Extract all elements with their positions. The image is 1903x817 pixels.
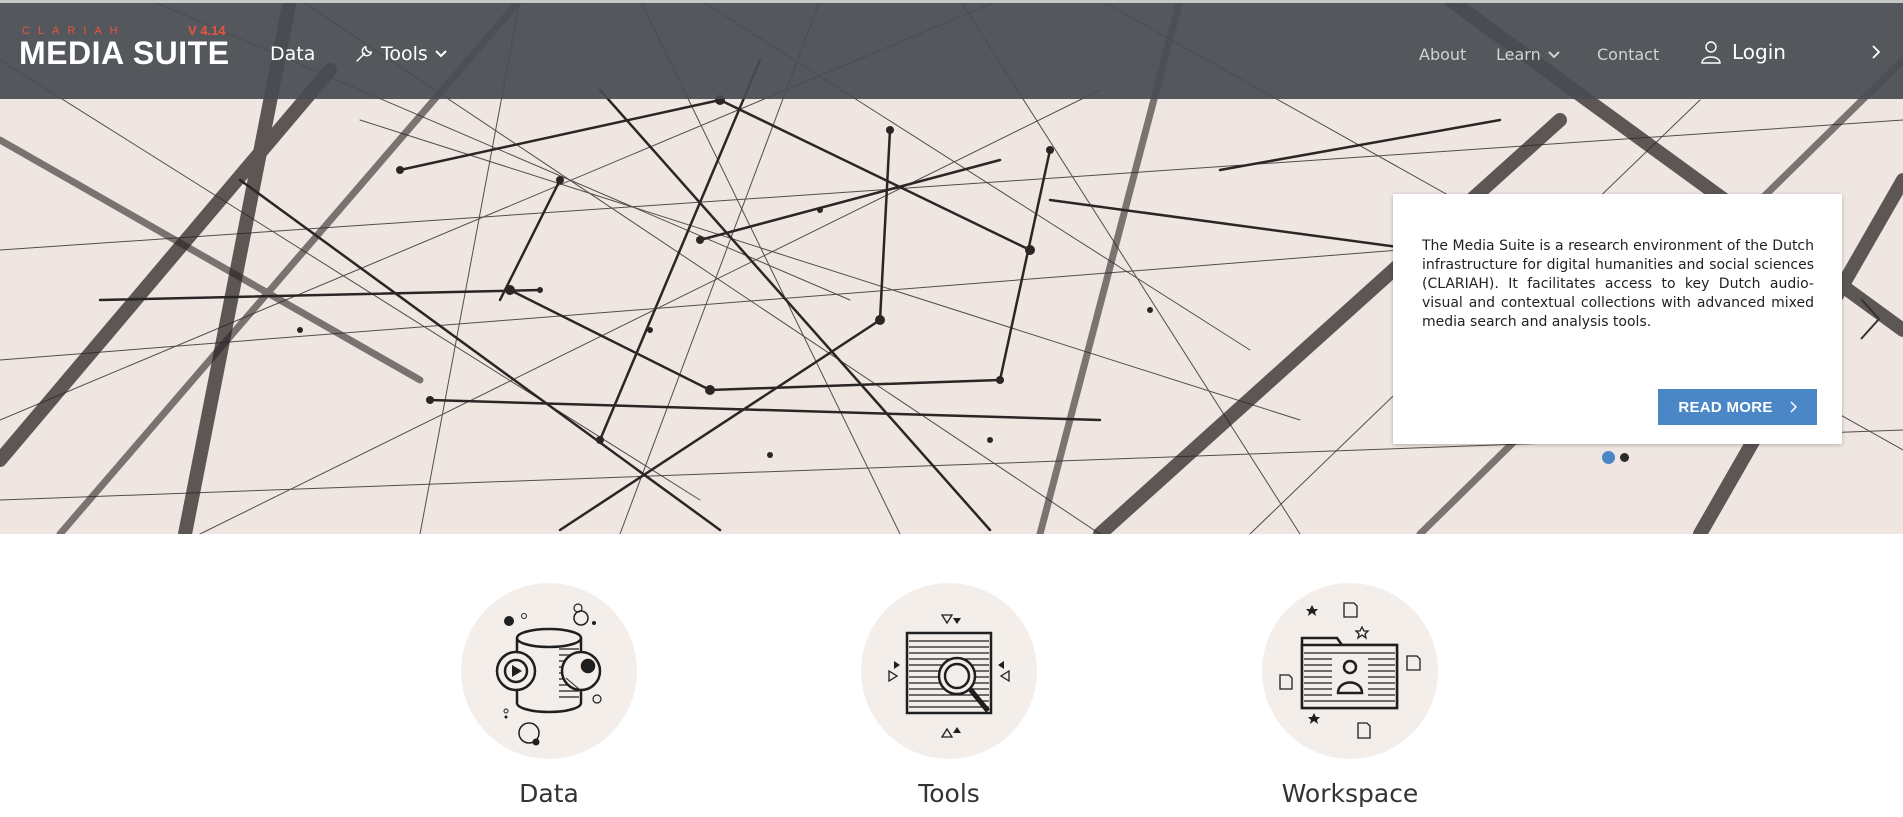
feature-workspace-circle xyxy=(1262,583,1438,759)
login-label: Login xyxy=(1732,40,1786,64)
chevron-right-icon[interactable] xyxy=(1870,44,1882,60)
nav-item-tools[interactable]: Tools xyxy=(353,43,448,65)
carousel-indicators xyxy=(1602,451,1629,464)
chevron-down-icon xyxy=(1548,50,1560,58)
search-tool-icon xyxy=(888,614,1010,738)
login-button[interactable]: Login xyxy=(1700,39,1786,65)
top-navigation-bar: CLARIAH V 4.14 MEDIA SUITE Data Tools Ab… xyxy=(0,3,1903,99)
nav-item-learn[interactable]: Learn xyxy=(1496,45,1561,64)
nav-tools-label: Tools xyxy=(381,43,428,65)
nav-item-about[interactable]: About xyxy=(1419,45,1466,64)
read-more-label: READ MORE xyxy=(1678,398,1773,416)
carousel-dot-2[interactable] xyxy=(1620,453,1629,462)
intro-description: The Media Suite is a research environmen… xyxy=(1422,238,1814,330)
nav-learn-label: Learn xyxy=(1496,45,1541,64)
feature-tools-circle xyxy=(861,583,1037,759)
wrench-icon xyxy=(356,45,373,62)
carousel-next-arrow-icon[interactable] xyxy=(1857,295,1883,343)
workspace-folder-icon xyxy=(1279,602,1421,739)
chevron-right-icon xyxy=(1790,401,1797,413)
intro-card: The Media Suite is a research environmen… xyxy=(1393,194,1842,444)
read-more-button[interactable]: READ MORE xyxy=(1658,389,1817,425)
logo-media-suite-text: MEDIA SUITE xyxy=(19,35,230,71)
feature-tools[interactable]: Tools xyxy=(861,583,1037,808)
nav-item-data[interactable]: Data xyxy=(270,43,315,65)
chevron-down-icon xyxy=(435,50,447,58)
feature-data-label: Data xyxy=(519,779,579,808)
database-media-icon xyxy=(495,603,602,746)
carousel-dot-1[interactable] xyxy=(1602,451,1615,464)
feature-tools-label: Tools xyxy=(918,779,980,808)
feature-workspace[interactable]: Workspace xyxy=(1262,583,1438,808)
user-icon xyxy=(1701,41,1721,64)
feature-data[interactable]: Data xyxy=(461,583,637,808)
nav-item-contact[interactable]: Contact xyxy=(1597,45,1659,64)
feature-workspace-label: Workspace xyxy=(1281,779,1419,808)
feature-data-circle xyxy=(461,583,637,759)
